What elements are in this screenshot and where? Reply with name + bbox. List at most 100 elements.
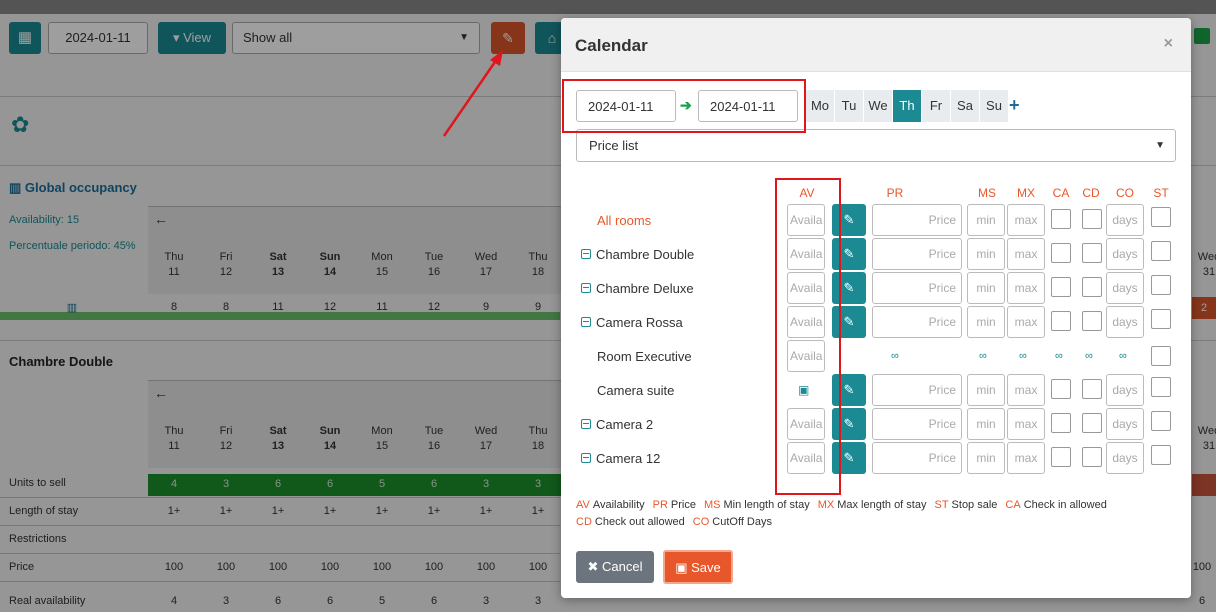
weekday-we[interactable]: We <box>864 90 892 122</box>
cancel-button[interactable]: ✖ Cancel <box>576 551 654 583</box>
availability-input[interactable]: Availa <box>787 238 825 270</box>
checkout-checkbox[interactable] <box>1082 277 1102 297</box>
cutoff-days-input[interactable]: days <box>1106 204 1144 236</box>
availability-input[interactable]: Availa <box>787 442 825 474</box>
legend-item: AV Availability <box>576 499 645 511</box>
legend-text: Max length of stay <box>837 499 927 511</box>
stop-sale-checkbox[interactable] <box>1151 411 1171 431</box>
checkout-checkbox[interactable] <box>1082 379 1102 399</box>
checkout-checkbox[interactable] <box>1082 243 1102 263</box>
min-stay-input[interactable]: min <box>967 374 1005 406</box>
legend-key: MS <box>703 499 721 511</box>
max-stay-input[interactable]: max <box>1007 408 1045 440</box>
legend-key: AV <box>576 499 590 511</box>
checkin-checkbox[interactable] <box>1051 379 1071 399</box>
edit-row-button[interactable]: ✎ <box>832 272 866 304</box>
availability-input[interactable]: Availa <box>787 272 825 304</box>
weekday-tu[interactable]: Tu <box>835 90 863 122</box>
price-input[interactable]: Price <box>872 272 962 304</box>
close-icon[interactable]: × <box>1164 35 1173 53</box>
cutoff-days-input[interactable]: days <box>1106 306 1144 338</box>
edit-row-button[interactable]: ✎ <box>832 306 866 338</box>
weekday-fr[interactable]: Fr <box>922 90 950 122</box>
room-name: Chambre Double <box>581 247 694 262</box>
collapse-icon[interactable] <box>581 249 591 259</box>
price-input[interactable]: Price <box>872 408 962 440</box>
max-stay-input[interactable]: max <box>1007 374 1045 406</box>
edit-row-button[interactable]: ✎ <box>832 442 866 474</box>
collapse-icon[interactable] <box>581 453 591 463</box>
checkout-checkbox[interactable] <box>1082 311 1102 331</box>
edit-row-button[interactable]: ✎ <box>832 204 866 236</box>
min-stay-input[interactable]: min <box>967 442 1005 474</box>
price-input[interactable]: Price <box>872 306 962 338</box>
max-stay-input[interactable]: max <box>1007 306 1045 338</box>
pencil-icon: ✎ <box>843 382 855 397</box>
max-stay-input[interactable]: max <box>1007 442 1045 474</box>
availability-input[interactable]: Availa <box>787 204 825 236</box>
weekday-th[interactable]: Th <box>893 90 921 122</box>
calendar-modal: Calendar × ➔ MoTuWeThFrSaSu + Price list… <box>561 18 1191 598</box>
checkout-checkbox[interactable] <box>1082 413 1102 433</box>
checkin-checkbox[interactable] <box>1051 243 1071 263</box>
min-stay-input[interactable]: min <box>967 408 1005 440</box>
legend-text: Availability <box>592 499 645 511</box>
checkin-checkbox[interactable] <box>1051 277 1071 297</box>
cutoff-days-input[interactable]: days <box>1106 272 1144 304</box>
collapse-icon[interactable] <box>581 419 591 429</box>
cutoff-days-input[interactable]: days <box>1106 374 1144 406</box>
cutoff-days-input[interactable]: days <box>1106 238 1144 270</box>
col-cd: CD <box>1082 186 1100 200</box>
date-to-input[interactable] <box>698 90 798 122</box>
stop-sale-checkbox[interactable] <box>1151 207 1171 227</box>
room-name: All rooms <box>597 213 651 228</box>
stop-sale-checkbox[interactable] <box>1151 346 1171 366</box>
price-input[interactable]: Price <box>872 204 962 236</box>
stop-sale-checkbox[interactable] <box>1151 377 1171 397</box>
room-name-label: All rooms <box>597 213 652 228</box>
legend-key: MX <box>817 499 835 511</box>
min-stay-input[interactable]: min <box>967 204 1005 236</box>
weekday-su[interactable]: Su <box>980 90 1008 122</box>
room-name: Chambre Deluxe <box>581 281 694 296</box>
max-stay-input[interactable]: max <box>1007 204 1045 236</box>
min-stay-input[interactable]: min <box>967 272 1005 304</box>
checkout-checkbox[interactable] <box>1082 209 1102 229</box>
availability-input[interactable]: Availa <box>787 408 825 440</box>
stop-sale-checkbox[interactable] <box>1151 241 1171 261</box>
min-stay-input[interactable]: min <box>967 238 1005 270</box>
max-stay-input[interactable]: max <box>1007 238 1045 270</box>
date-from-input[interactable] <box>576 90 676 122</box>
save-button[interactable]: ▣ Save <box>663 550 733 584</box>
collapse-icon[interactable] <box>581 283 591 293</box>
checkin-checkbox[interactable] <box>1051 311 1071 331</box>
checkin-checkbox[interactable] <box>1051 209 1071 229</box>
checkin-checkbox[interactable] <box>1051 447 1071 467</box>
pencil-icon: ✎ <box>843 280 855 295</box>
price-input[interactable]: Price <box>872 442 962 474</box>
checkout-checkbox[interactable] <box>1082 447 1102 467</box>
availability-input[interactable]: Availa <box>787 340 825 372</box>
stop-sale-checkbox[interactable] <box>1151 309 1171 329</box>
weekday-mo[interactable]: Mo <box>806 90 834 122</box>
add-icon[interactable]: + <box>1009 96 1020 114</box>
edit-row-button[interactable]: ✎ <box>832 374 866 406</box>
legend-text: Price <box>670 499 696 511</box>
cutoff-days-input[interactable]: days <box>1106 442 1144 474</box>
stop-sale-checkbox[interactable] <box>1151 445 1171 465</box>
availability-input[interactable]: Availa <box>787 306 825 338</box>
edit-row-button[interactable]: ✎ <box>832 408 866 440</box>
legend-item: ST Stop sale <box>934 499 997 511</box>
pricelist-select[interactable]: Price list ▼ <box>576 129 1176 162</box>
price-input[interactable]: Price <box>872 238 962 270</box>
max-stay-input[interactable]: max <box>1007 272 1045 304</box>
checkin-checkbox[interactable] <box>1051 413 1071 433</box>
min-stay-input[interactable]: min <box>967 306 1005 338</box>
cutoff-days-input[interactable]: days <box>1106 408 1144 440</box>
price-input[interactable]: Price <box>872 374 962 406</box>
weekday-sa[interactable]: Sa <box>951 90 979 122</box>
collapse-icon[interactable] <box>581 317 591 327</box>
legend-item: CD Check out allowed <box>576 516 685 528</box>
stop-sale-checkbox[interactable] <box>1151 275 1171 295</box>
edit-row-button[interactable]: ✎ <box>832 238 866 270</box>
